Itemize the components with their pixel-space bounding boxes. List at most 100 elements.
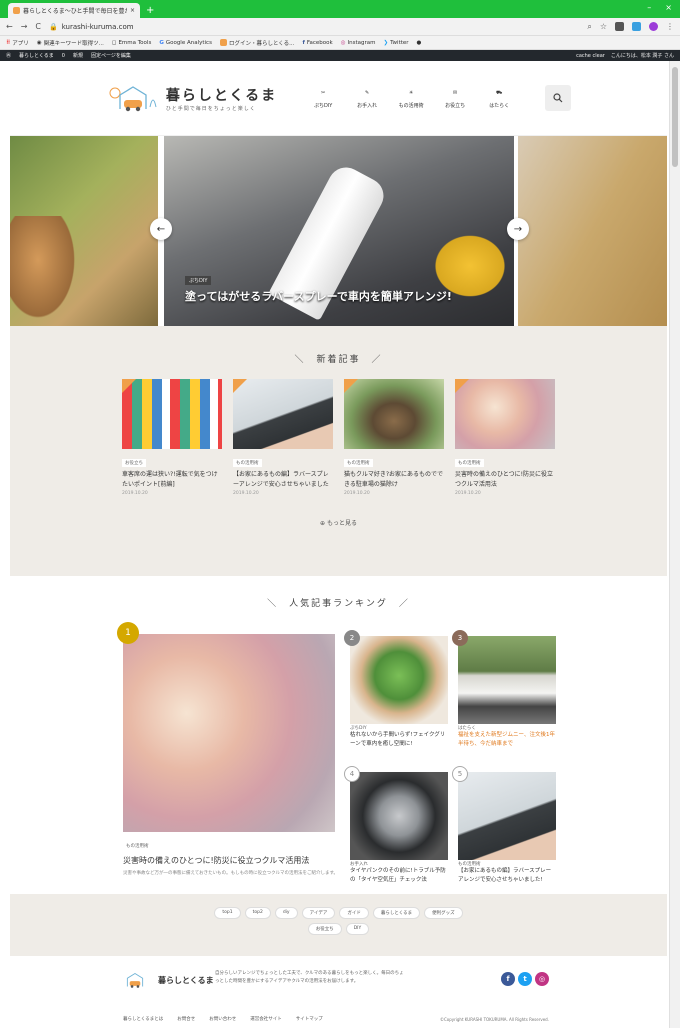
- zoom-icon[interactable]: ⌕: [587, 22, 591, 32]
- bookmark-item[interactable]: ◉ 関連キーワード取得ツ...: [37, 39, 104, 47]
- tag-link[interactable]: ガイド: [339, 907, 369, 919]
- hero-slider: ← → ぷちDIY 塗ってはがせるラバースプレーで車内を簡単アレンジ!: [10, 136, 667, 326]
- ranking-item-1[interactable]: 1 もの活用術 災害時の備えのひとつに!防災に役立つクルマ活用法 災害や事故など…: [117, 622, 335, 876]
- logo-house-car-icon: [109, 86, 157, 112]
- ranking-item-5[interactable]: 5 もの活用術 【お家にあるもの編】ラバースプレーアレンジで安心させちゃいました…: [452, 766, 556, 885]
- tag-link[interactable]: お役立ち: [307, 923, 342, 935]
- cache-clear-link[interactable]: cache clear: [576, 53, 605, 59]
- article-thumbnail: [344, 379, 444, 449]
- bookmark-item[interactable]: ◻ Emma Tools: [112, 40, 151, 46]
- admin-site-link[interactable]: 暮らしとくるま: [19, 52, 54, 59]
- footer-description: 自分らしいアレンジでちょっとした工夫で、クルマのある暮らしをもっと楽しく。毎日の…: [215, 971, 404, 984]
- ranking-item-3[interactable]: 3 はたらく 福祉を支えた新型ジムニー、注文後1年半待ち、今だ納車まで: [452, 630, 556, 749]
- tab-close-icon[interactable]: ×: [130, 7, 135, 14]
- article-thumbnail: [458, 772, 556, 860]
- nav-item-useful[interactable]: ✉ お役立ち: [439, 87, 471, 109]
- wp-admin-bar: Ⓦ 暮らしとくるま 0 新規 固定ページを編集 cache clear こんにち…: [0, 50, 680, 61]
- next-slide-icon[interactable]: →: [507, 218, 529, 240]
- prev-slide-icon[interactable]: ←: [150, 218, 172, 240]
- scrollbar-thumb[interactable]: [672, 67, 678, 167]
- nav-item-work[interactable]: ⛟ はたらく: [483, 87, 515, 110]
- extension-icon[interactable]: [632, 22, 641, 31]
- slide-cat-image[interactable]: [10, 136, 158, 326]
- article-date: 2019.10.20: [455, 491, 481, 497]
- back-icon[interactable]: ←: [6, 22, 13, 31]
- article-title: タイヤパンクのその前に!トラブル予防の「タイヤ空気圧」チェック法: [350, 868, 446, 883]
- avatar[interactable]: [649, 22, 658, 31]
- url-field[interactable]: 🔒 kurashi-kurumа.com: [49, 23, 579, 31]
- bookmark-item[interactable]: f Facebook: [302, 40, 332, 46]
- logo-title: 暮らしとくるま: [165, 87, 278, 104]
- reload-icon[interactable]: C: [35, 22, 41, 31]
- scrollbar[interactable]: [669, 61, 680, 1028]
- tag-link[interactable]: top1: [214, 907, 241, 919]
- article-card[interactable]: もの活用術 災害時の備えのひとつに!防災に役立つクルマ活用法 2019.10.2…: [455, 379, 555, 496]
- github-icon[interactable]: ●: [417, 40, 422, 46]
- article-title: 福祉を支えた新型ジムニー、注文後1年半待ち、今だ納車まで: [458, 732, 555, 747]
- new-tab-icon[interactable]: +: [146, 5, 154, 16]
- nav-item-care[interactable]: ✎ お手入れ: [351, 87, 383, 109]
- footer-logo-title: 暮らしとくるま: [158, 975, 214, 985]
- lightbulb-icon: ☀: [408, 90, 414, 96]
- close-window-icon[interactable]: ×: [665, 3, 672, 12]
- tag-link[interactable]: 暮らしとくるま: [372, 907, 421, 919]
- footer-link[interactable]: お問い合わせ: [209, 1016, 236, 1022]
- article-title: 枯れないから手間いらず!フェイクグリーンで車内を癒し空間に!: [350, 732, 446, 747]
- section-heading: ＼ 人気記事ランキング ／: [267, 599, 410, 609]
- extension-icon[interactable]: [615, 22, 624, 31]
- minimize-icon[interactable]: –: [647, 3, 651, 12]
- admin-greeting[interactable]: こんにちは、松本 潤子 さん: [611, 52, 674, 59]
- admin-comments[interactable]: 0: [62, 53, 65, 59]
- article-card[interactable]: もの活用術 【お家にあるもの編】ラバースプレーアレンジで安心させちゃいました 2…: [233, 379, 333, 496]
- bookmark-item[interactable]: ⠿ アプリ: [6, 39, 29, 47]
- url-text: kurashi-kurumа.com: [61, 22, 134, 31]
- nav-item-diy[interactable]: ✂ ぷちDIY: [307, 87, 339, 109]
- article-thumbnail: [455, 379, 555, 449]
- footer-link[interactable]: サイトマップ: [296, 1016, 323, 1022]
- footer-link[interactable]: お問合せ: [177, 1016, 195, 1022]
- facebook-icon[interactable]: f: [501, 972, 515, 986]
- tag-link[interactable]: diy: [274, 907, 298, 919]
- bookmark-item[interactable]: ◎ Instagram: [341, 40, 376, 46]
- forward-icon[interactable]: →: [21, 22, 28, 31]
- hero-title[interactable]: 塗ってはがせるラバースプレーで車内を簡単アレンジ!: [185, 288, 452, 304]
- hero-category-badge[interactable]: ぷちDIY: [185, 276, 212, 285]
- wordpress-icon[interactable]: Ⓦ: [6, 52, 11, 59]
- lock-icon: 🔒: [49, 22, 58, 31]
- instagram-icon[interactable]: ◎: [535, 972, 549, 986]
- footer-link[interactable]: 運営会社サイト: [250, 1016, 282, 1022]
- admin-new[interactable]: 新規: [73, 52, 83, 59]
- admin-edit-page[interactable]: 固定ページを編集: [91, 52, 131, 59]
- footer-link[interactable]: 暮らしとくるまとは: [123, 1016, 163, 1022]
- article-card[interactable]: もの活用術 猫もクルマ好き?お家にあるものでできる駐車場の猫除け 2019.10…: [344, 379, 444, 496]
- bookmark-item[interactable]: ログイン・暮らしとくる...: [219, 39, 294, 47]
- site-footer: 暮らしとくるま 自分らしいアレンジでちょっとした工夫で、クルマのある暮らしをもっ…: [10, 956, 667, 1030]
- tag-cloud: top1 top2 diy アイデア ガイド 暮らしとくるま 便利グッズ お役立…: [199, 907, 479, 935]
- tag-link[interactable]: 便利グッズ: [424, 907, 463, 919]
- ranking-item-2[interactable]: 2 ぷちDIY 枯れないから手間いらず!フェイクグリーンで車内を癒し空間に!: [344, 630, 448, 749]
- twitter-icon[interactable]: t: [518, 972, 532, 986]
- rank-badge: 5: [452, 766, 468, 782]
- menu-icon[interactable]: ⋮: [666, 22, 674, 31]
- nav-item-tips[interactable]: ☀ もの活用術: [395, 87, 427, 109]
- ranking-item-4[interactable]: 4 お手入れ タイヤパンクのその前に!トラブル予防の「タイヤ空気圧」チェック法: [344, 766, 448, 885]
- article-title: 【お家にあるもの編】ラバースプレーアレンジで安心させちゃいました!: [458, 868, 552, 883]
- article-card[interactable]: お役立ち 車客席の運は狭い?!運転で気をつけたいポイント[前編] 2019.10…: [122, 379, 222, 496]
- category-label: もの活用術: [344, 459, 373, 467]
- tag-link[interactable]: DIY: [345, 923, 370, 935]
- footer-links: 暮らしとくるまとは お問合せ お問い合わせ 運営会社サイト サイトマップ: [123, 1016, 323, 1022]
- bookmark-item[interactable]: ❯ Twitter: [383, 40, 408, 46]
- slide-toy-car-image[interactable]: [518, 136, 667, 326]
- category-label: もの活用術: [233, 459, 262, 467]
- tag-link[interactable]: アイデア: [301, 907, 336, 919]
- more-link[interactable]: ⊕ もっと見る: [10, 518, 667, 527]
- browser-tab[interactable]: 暮らしとくるま〜ひと手間で毎日を豊かに〜 ×: [8, 3, 140, 18]
- logo-house-car-icon: [126, 973, 144, 988]
- star-icon[interactable]: ☆: [600, 22, 607, 31]
- site-logo[interactable]: 暮らしとくるま ひと手間で毎日をちょっと楽しく: [106, 81, 277, 115]
- copyright: ©Copyright KURASHI TOKURUMA. All Rights …: [439, 1017, 549, 1022]
- tag-link[interactable]: top2: [244, 907, 271, 919]
- search-button[interactable]: [545, 85, 572, 111]
- bookmark-item[interactable]: G Google Analytics: [159, 40, 212, 46]
- car-favicon-icon: [13, 7, 20, 14]
